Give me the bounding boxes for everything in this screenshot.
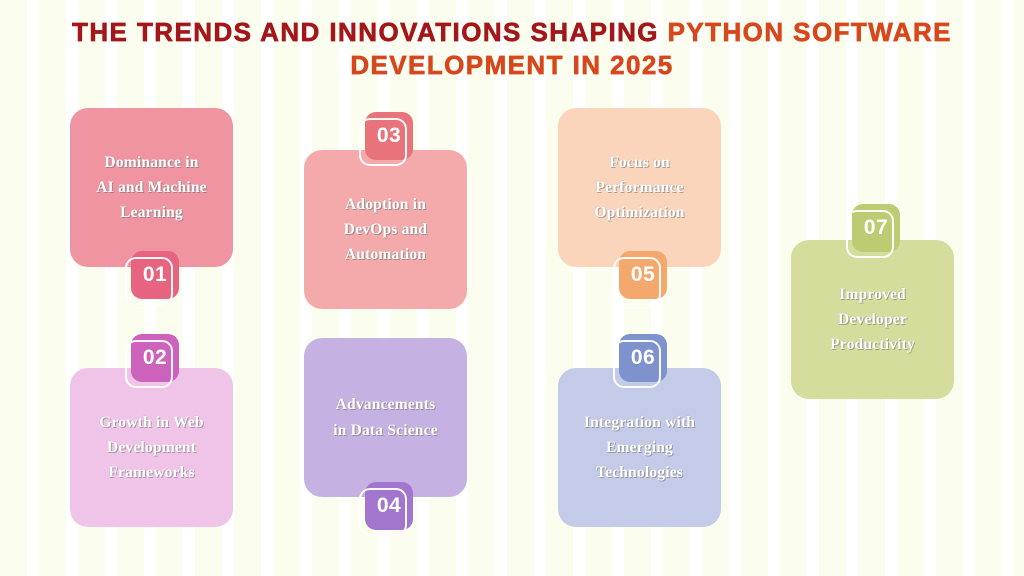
page-title-line-1: The Trends and Innovations Shaping Pytho… (0, 16, 1024, 49)
trend-card-04[interactable]: Advancements in Data Science (304, 338, 467, 497)
trend-card-07[interactable]: Improved Developer Productivity (791, 240, 954, 399)
trend-card-01-badge: 01 (125, 251, 179, 305)
trend-card-01-number: 01 (142, 263, 168, 286)
trend-card-02-label: Growth in Web Development Frameworks (99, 413, 204, 482)
trend-card-05-label: Focus on Performance Optimization (594, 153, 685, 222)
trend-card-03[interactable]: Adoption in DevOps and Automation (304, 150, 467, 309)
trend-card-05[interactable]: Focus on Performance Optimization (558, 108, 721, 267)
trend-card-03-number: 03 (376, 124, 402, 147)
trend-card-04-label: Advancements in Data Science (333, 396, 438, 439)
trend-card-04-badge: 04 (359, 482, 413, 536)
page-title-segment-dark: The Trends and Innovations Shaping (72, 17, 668, 48)
trend-card-07-badge: 07 (846, 204, 900, 258)
trend-card-06-badge: 06 (613, 334, 667, 388)
trend-card-05-number: 05 (630, 263, 656, 286)
trend-card-02-number: 02 (142, 346, 168, 369)
trend-card-02-badge: 02 (125, 334, 179, 388)
trend-card-02[interactable]: Growth in Web Development Frameworks (70, 368, 233, 527)
page-title: The Trends and Innovations Shaping Pytho… (0, 16, 1024, 83)
trend-card-06-label: Integration with Emerging Technologies (583, 413, 696, 482)
infographic-poster: The Trends and Innovations Shaping Pytho… (0, 0, 1024, 576)
page-title-segment-bright: Python Software (667, 17, 952, 48)
trend-card-07-number: 07 (863, 216, 889, 239)
trend-card-04-number: 04 (376, 494, 402, 517)
trend-card-01-label: Dominance in AI and Machine Learning (96, 153, 207, 222)
trend-card-05-badge: 05 (613, 251, 667, 305)
page-title-line-2: Development in 2025 (350, 50, 674, 81)
trend-card-07-label: Improved Developer Productivity (830, 285, 915, 354)
trend-card-06[interactable]: Integration with Emerging Technologies (558, 368, 721, 527)
trend-card-06-number: 06 (630, 346, 656, 369)
trend-card-01[interactable]: Dominance in AI and Machine Learning (70, 108, 233, 267)
trend-card-03-badge: 03 (359, 112, 413, 166)
trend-card-03-label: Adoption in DevOps and Automation (343, 195, 428, 264)
